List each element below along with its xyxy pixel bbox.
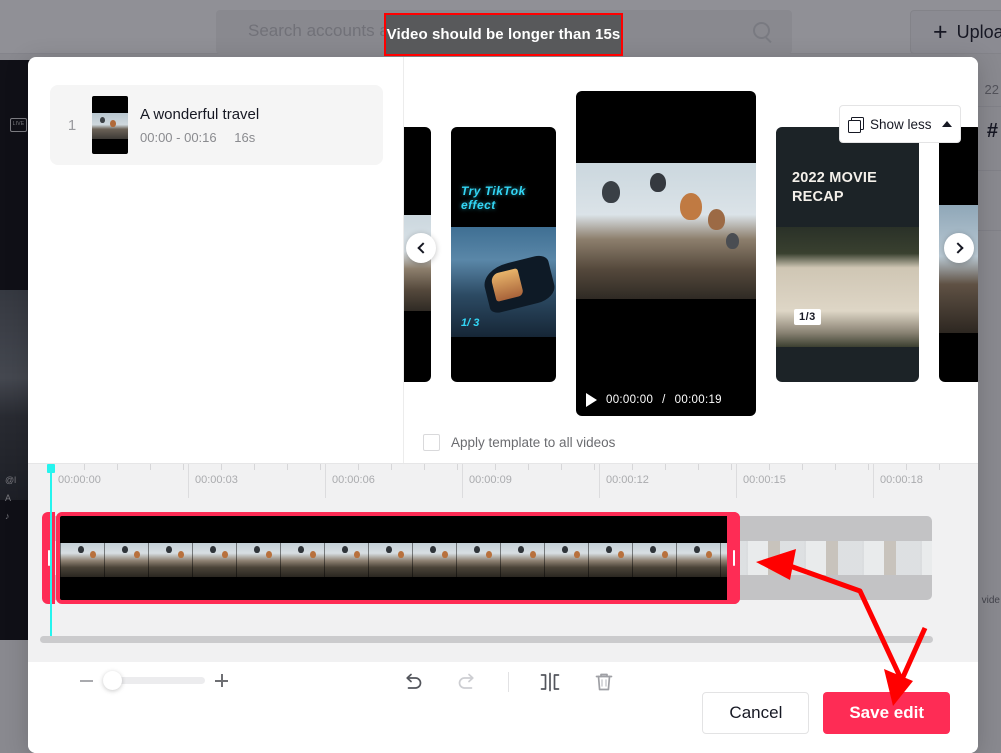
ruler-label: 00:00:18 (880, 474, 923, 486)
clip-meta: 00:00 - 00:16 16s (140, 130, 259, 145)
show-less-button[interactable]: Show less (839, 105, 961, 143)
template-caption: Try TikTok effect (461, 184, 526, 212)
template-carousel: Show less Try TikTok effect 1/ 3 00:00:0… (403, 57, 978, 463)
clip-title: A wonderful travel (140, 105, 260, 123)
apply-template-label: Apply template to all videos (451, 434, 616, 450)
modal-actions: Cancel Save edit (702, 692, 950, 734)
player-time-separator: / (662, 394, 666, 406)
ruler-label: 00:00:09 (469, 474, 512, 486)
carousel-prev-button[interactable] (406, 233, 436, 263)
clip-trim-handle-left[interactable] (42, 512, 55, 604)
clip-trim-handle-right[interactable] (727, 512, 740, 604)
template-caption: 2022 MOVIE RECAP (792, 170, 878, 205)
ruler-label: 00:00:00 (58, 474, 101, 486)
modal-upper-section: 1 A wonderful travel 00:00 - 00:16 16s S… (28, 57, 978, 463)
clip-thumbnail (92, 96, 128, 154)
zoom-slider-knob[interactable] (103, 671, 122, 690)
apply-template-checkbox[interactable] (423, 433, 440, 451)
redo-button[interactable] (454, 669, 480, 695)
template-layers-icon (848, 116, 864, 133)
clip-list: 1 A wonderful travel 00:00 - 00:16 16s (28, 57, 403, 463)
chevron-right-icon (951, 242, 964, 254)
cancel-button-label: Cancel (729, 703, 783, 722)
ruler-label: 00:00:15 (743, 474, 786, 486)
save-edit-button-label: Save edit (849, 703, 924, 722)
ruler-label: 00:00:03 (195, 474, 238, 486)
player-controls[interactable]: 00:00:00 / 00:00:19 (586, 393, 722, 407)
cancel-button[interactable]: Cancel (702, 692, 810, 734)
chevron-left-icon (416, 242, 429, 254)
ruler-label: 00:00:12 (606, 474, 649, 486)
clip-duration: 16s (234, 129, 256, 145)
validation-tooltip: Video should be longer than 15s (384, 13, 623, 56)
save-edit-button[interactable]: Save edit (823, 692, 950, 734)
zoom-out-button[interactable] (80, 679, 93, 682)
timeline-ruler[interactable]: 00:00:00 00:00:03 00:00:06 00:00:09 00:0… (28, 464, 978, 498)
edit-tools (400, 669, 617, 695)
play-icon[interactable] (586, 393, 597, 407)
chevron-up-icon (942, 121, 952, 127)
validation-tooltip-text: Video should be longer than 15s (386, 26, 621, 43)
show-less-label: Show less (870, 116, 932, 132)
ruler-label: 00:00:06 (332, 474, 375, 486)
timeline-horizontal-scrollbar[interactable] (40, 636, 933, 643)
apply-template-row[interactable]: Apply template to all videos (404, 421, 978, 463)
timeline-playhead[interactable] (47, 464, 55, 636)
trim-grip-icon (732, 550, 735, 566)
template-balloons-preview[interactable]: 00:00:00 / 00:00:19 (576, 91, 756, 416)
zoom-control[interactable] (80, 671, 228, 690)
clip-info: A wonderful travel 00:00 - 00:16 16s (140, 106, 259, 145)
zoom-in-button[interactable] (215, 674, 228, 687)
template-page-indicator: 1/3 (794, 309, 821, 325)
undo-button[interactable] (400, 669, 426, 695)
zoom-slider[interactable] (103, 671, 205, 690)
template-try-tiktok-effect[interactable]: Try TikTok effect 1/ 3 (451, 127, 556, 382)
template-page-indicator: 1/ 3 (461, 317, 480, 329)
split-button[interactable] (537, 669, 563, 695)
clip-index: 1 (67, 116, 77, 134)
editor-toolbar: Cancel Save edit (28, 662, 978, 753)
player-current-time: 00:00:00 (606, 394, 654, 406)
selected-clip[interactable] (56, 512, 740, 604)
toolbar-divider (508, 672, 509, 692)
player-total-time: 00:00:19 (674, 394, 722, 406)
delete-button[interactable] (591, 669, 617, 695)
playhead-handle[interactable] (47, 464, 55, 473)
carousel-next-button[interactable] (944, 233, 974, 263)
clip-range: 00:00 - 00:16 (140, 129, 217, 145)
video-edit-modal: 1 A wonderful travel 00:00 - 00:16 16s S… (28, 57, 978, 753)
template-2022-movie-recap[interactable]: 2022 MOVIE RECAP 1/3 (776, 127, 919, 382)
list-item[interactable]: 1 A wonderful travel 00:00 - 00:16 16s (50, 85, 383, 165)
